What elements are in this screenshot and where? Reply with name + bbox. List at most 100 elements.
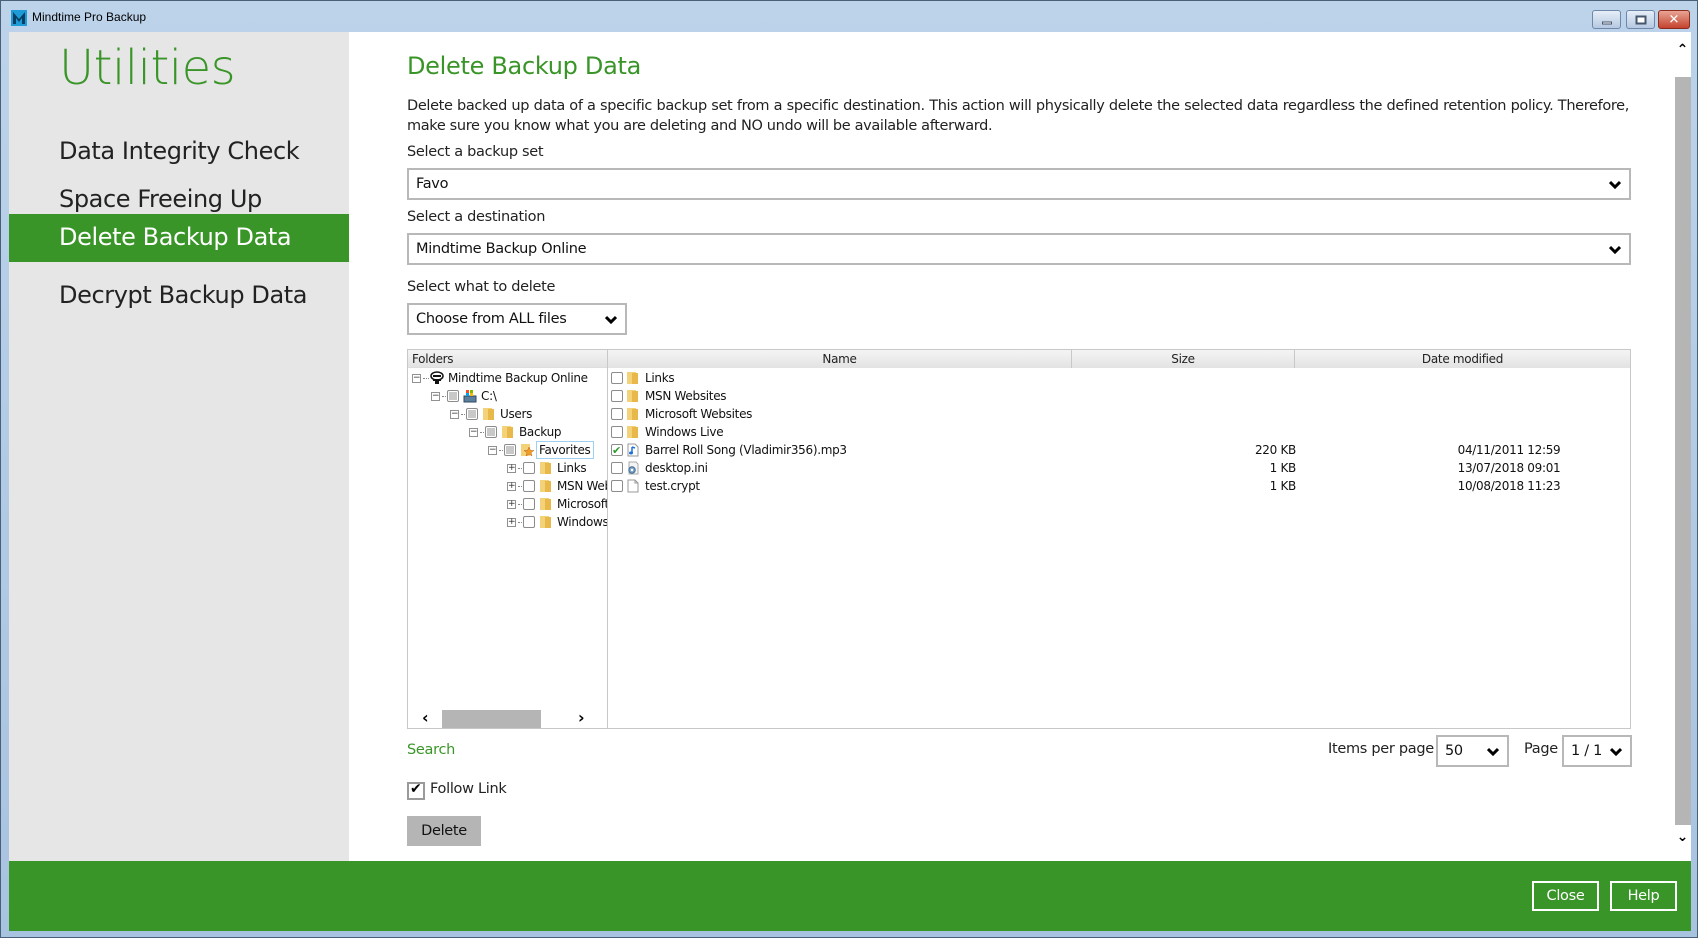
column-header-date-modified[interactable]: Date modified xyxy=(1295,350,1630,368)
scrollbar-thumb[interactable] xyxy=(442,710,541,728)
tree-checkbox[interactable] xyxy=(523,498,535,510)
page-select[interactable]: 1 / 1 xyxy=(1562,735,1632,767)
tree-checkbox[interactable] xyxy=(485,426,497,438)
file-name: Windows Live xyxy=(645,425,724,439)
tree-checkbox[interactable] xyxy=(523,480,535,492)
file-row[interactable]: desktop.ini 1 KB 13/07/2018 09:01 xyxy=(608,459,1630,477)
app-logo-icon xyxy=(11,10,27,26)
file-date: 04/11/2011 12:59 xyxy=(1457,443,1561,457)
file-checkbox[interactable] xyxy=(611,462,623,474)
scroll-left-icon[interactable]: ‹ xyxy=(422,708,429,727)
folder-icon xyxy=(540,498,551,510)
backup-set-value: Favo xyxy=(416,176,449,192)
folders-header: Folders xyxy=(408,350,607,368)
items-per-page-select[interactable]: 50 xyxy=(1436,735,1509,767)
file-checkbox[interactable] xyxy=(611,408,623,420)
tree-node-links[interactable]: + Links xyxy=(507,459,607,477)
help-button[interactable]: Help xyxy=(1610,881,1677,911)
destination-select[interactable]: Mindtime Backup Online xyxy=(407,233,1631,265)
sidebar-item-delete-backup-data[interactable]: Delete Backup Data xyxy=(9,214,349,262)
destination-label: Select a destination xyxy=(407,209,546,225)
file-name: desktop.ini xyxy=(645,461,708,475)
file-checkbox[interactable] xyxy=(611,480,623,492)
tree-node-label: Favorites xyxy=(536,441,594,459)
file-name: test.crypt xyxy=(645,479,700,493)
tree-node-backup[interactable]: − Backup xyxy=(469,423,607,441)
tree-node-favorites[interactable]: − Favorites xyxy=(488,441,607,459)
what-to-delete-label: Select what to delete xyxy=(407,279,556,295)
file-row[interactable]: Windows Live xyxy=(608,423,1630,441)
collapse-icon[interactable]: − xyxy=(488,446,497,455)
minimize-icon xyxy=(1601,21,1612,25)
folder-icon xyxy=(627,372,638,384)
file-name: Barrel Roll Song (Vladimir356).mp3 xyxy=(645,443,847,457)
expand-icon[interactable]: + xyxy=(507,464,516,473)
tree-node-c-drive[interactable]: − C:\ xyxy=(431,387,607,405)
scroll-down-icon[interactable]: ⌄ xyxy=(1674,829,1691,845)
collapse-icon[interactable]: − xyxy=(469,428,478,437)
tree-node-msn-websites[interactable]: + MSN Websites xyxy=(507,477,607,495)
tree-checkbox[interactable] xyxy=(523,462,535,474)
maximize-button[interactable] xyxy=(1626,10,1655,29)
cloud-server-icon xyxy=(430,371,444,384)
close-window-button[interactable]: ✕ xyxy=(1658,10,1690,29)
column-header-size[interactable]: Size xyxy=(1072,350,1295,368)
close-button[interactable]: Close xyxy=(1532,881,1599,911)
file-size: 220 KB xyxy=(1254,443,1296,457)
page-description: Delete backed up data of a specific back… xyxy=(407,98,1629,134)
folder-icon xyxy=(540,480,551,492)
file-checkbox[interactable] xyxy=(611,426,623,438)
folder-icon xyxy=(627,426,638,438)
collapse-icon[interactable]: − xyxy=(450,410,459,419)
expand-icon[interactable]: + xyxy=(507,518,516,527)
tree-node-microsoft-websites[interactable]: + Microsoft Websites xyxy=(507,495,607,513)
audio-file-icon xyxy=(627,443,639,457)
collapse-icon[interactable]: − xyxy=(431,392,440,401)
file-checkbox[interactable] xyxy=(611,390,623,402)
tree-horizontal-scrollbar[interactable]: ‹ › xyxy=(408,708,607,728)
tree-node-label: C:\ xyxy=(481,389,497,403)
what-to-delete-select[interactable]: Choose from ALL files xyxy=(407,303,627,335)
file-row[interactable]: Links xyxy=(608,369,1630,387)
backup-set-select[interactable]: Favo xyxy=(407,168,1631,200)
tree-checkbox[interactable] xyxy=(447,390,459,402)
expand-icon[interactable]: + xyxy=(507,482,516,491)
drive-icon xyxy=(463,390,477,403)
tree-connector xyxy=(423,378,429,379)
file-checkbox[interactable] xyxy=(611,372,623,384)
sidebar-item-data-integrity-check[interactable]: Data Integrity Check xyxy=(9,128,349,176)
collapse-icon[interactable]: − xyxy=(412,374,421,383)
chevron-down-icon xyxy=(1609,245,1621,255)
tree-node-users[interactable]: − Users xyxy=(450,405,607,423)
file-row[interactable]: MSN Websites xyxy=(608,387,1630,405)
delete-button[interactable]: Delete xyxy=(407,816,481,846)
file-checkbox[interactable] xyxy=(611,442,623,460)
file-row[interactable]: Barrel Roll Song (Vladimir356).mp3 220 K… xyxy=(608,441,1630,460)
tree-node-label: Users xyxy=(500,407,533,421)
column-header-name[interactable]: Name xyxy=(608,350,1072,368)
scroll-up-icon[interactable]: ⌃ xyxy=(1674,42,1691,58)
scrollbar-thumb[interactable] xyxy=(1675,77,1691,825)
tree-checkbox[interactable] xyxy=(504,444,516,456)
tree-node-windows-live[interactable]: + Windows Live xyxy=(507,513,607,531)
file-row[interactable]: Microsoft Websites xyxy=(608,405,1630,423)
vertical-scrollbar[interactable]: ⌃ ⌄ xyxy=(1674,32,1691,861)
sidebar-item-decrypt-backup-data[interactable]: Decrypt Backup Data xyxy=(9,272,349,320)
file-row[interactable]: test.crypt 1 KB 10/08/2018 11:23 xyxy=(608,477,1630,495)
tree-node-mindtime-backup-online[interactable]: − Mindtime Backup Online xyxy=(412,369,607,387)
page-label: Page xyxy=(1524,741,1558,757)
tree-node-label: MSN Websites xyxy=(557,479,607,493)
minimize-button[interactable] xyxy=(1592,10,1621,29)
tree-checkbox[interactable] xyxy=(523,516,535,528)
expand-icon[interactable]: + xyxy=(507,500,516,509)
search-link[interactable]: Search xyxy=(407,742,455,758)
checkbox-checked-icon[interactable] xyxy=(407,781,425,800)
page-value: 1 / 1 xyxy=(1571,743,1603,759)
file-date: 10/08/2018 11:23 xyxy=(1457,479,1561,493)
what-to-delete-value: Choose from ALL files xyxy=(416,311,567,327)
scroll-right-icon[interactable]: › xyxy=(578,708,585,727)
window-title: Mindtime Pro Backup xyxy=(32,10,147,24)
sidebar-title: Utilities xyxy=(59,40,236,96)
tree-checkbox[interactable] xyxy=(466,408,478,420)
folder-icon xyxy=(540,516,551,528)
